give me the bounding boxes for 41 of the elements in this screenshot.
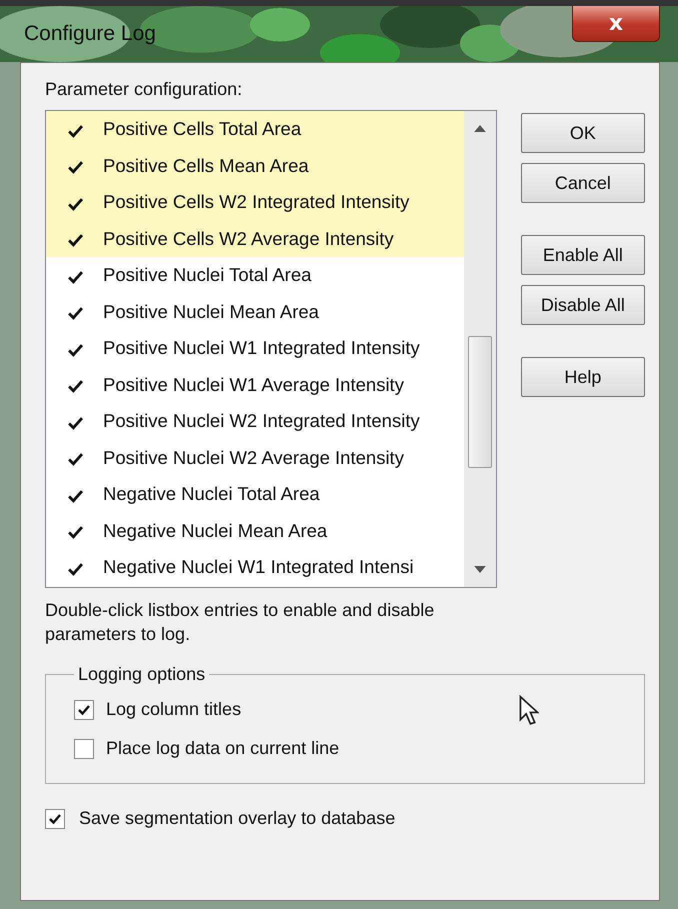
checkbox[interactable] xyxy=(74,738,94,758)
scroll-up-icon[interactable] xyxy=(474,125,486,132)
checkbox[interactable] xyxy=(74,700,94,720)
item-label: Positive Cells W2 Integrated Intensity xyxy=(103,191,410,214)
list-item[interactable]: Positive Cells Mean Area xyxy=(46,148,464,184)
scroll-down-icon[interactable] xyxy=(474,566,486,573)
item-label: Positive Nuclei W1 Integrated Intensity xyxy=(103,337,420,360)
dialog-button[interactable]: Enable All xyxy=(520,235,645,275)
check-icon xyxy=(77,704,91,716)
cursor-icon xyxy=(519,695,539,727)
dialog-button[interactable]: Help xyxy=(520,357,645,397)
item-label: Positive Cells W2 Average Intensity xyxy=(103,228,394,250)
checkbox[interactable] xyxy=(45,808,65,828)
item-label: Positive Cells Total Area xyxy=(103,118,302,140)
scrollbar[interactable] xyxy=(464,111,496,587)
item-label: Positive Nuclei W1 Average Intensity xyxy=(103,374,404,396)
close-button[interactable]: x xyxy=(572,6,660,42)
check-icon xyxy=(48,812,62,824)
list-item[interactable]: Positive Cells W2 Average Intensity xyxy=(46,220,464,257)
item-label: Negative Nuclei W1 Integrated Intensi xyxy=(103,556,414,578)
group-title: Logging options xyxy=(77,664,206,685)
item-label: Positive Nuclei Total Area xyxy=(103,264,312,286)
dialog-button[interactable]: OK xyxy=(520,113,645,153)
dialog-button[interactable]: Cancel xyxy=(520,163,645,203)
checkbox-label: Log column titles xyxy=(106,699,242,720)
scroll-thumb[interactable] xyxy=(468,336,492,468)
item-label: Positive Nuclei W2 Average Intensity xyxy=(103,446,404,469)
dialog-button[interactable]: Disable All xyxy=(520,285,645,325)
checkbox-label: Save segmentation overlay to database xyxy=(79,808,396,829)
item-label: Positive Nuclei Mean Area xyxy=(103,300,319,323)
window-title: Configure Log xyxy=(23,22,156,46)
parameter-listbox[interactable] xyxy=(45,110,497,588)
checkbox-label: Place log data on current line xyxy=(106,738,340,759)
hint-text: Double-click listbox entries to enable and disable parameters to log. xyxy=(45,599,436,646)
list-item[interactable]: Positive Cells W2 Integrated Intensity xyxy=(46,184,464,220)
list-item[interactable]: Positive Cells Total Area xyxy=(46,111,464,148)
item-label: Positive Cells Mean Area xyxy=(103,154,309,177)
item-label: Negative Nuclei Mean Area xyxy=(103,520,328,542)
list-label: Parameter configuration: xyxy=(45,79,244,100)
item-label: Positive Nuclei W2 Integrated Intensity xyxy=(103,410,420,432)
item-label: Negative Nuclei Total Area xyxy=(103,483,320,506)
